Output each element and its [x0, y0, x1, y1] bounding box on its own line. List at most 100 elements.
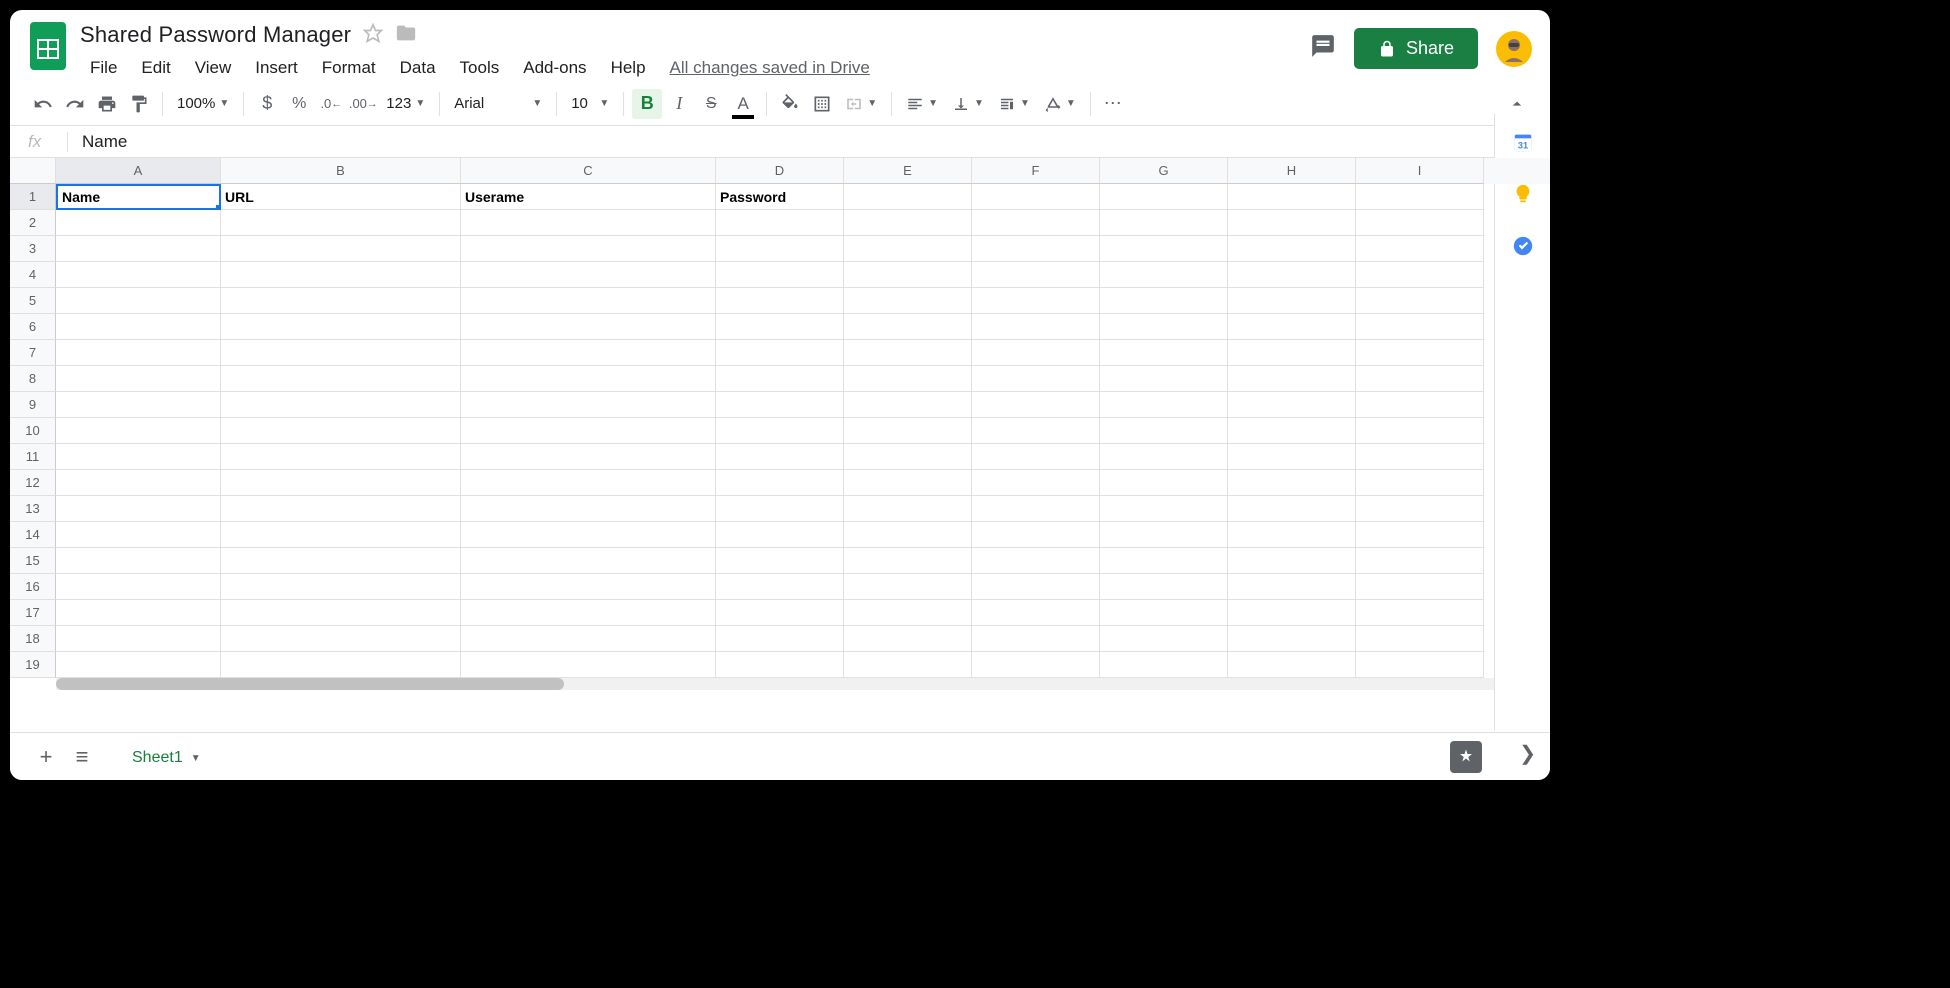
- formula-input[interactable]: [68, 132, 1532, 152]
- cell-D1[interactable]: Password: [716, 184, 844, 210]
- cell-E10[interactable]: [844, 418, 972, 444]
- cell-C19[interactable]: [461, 652, 716, 678]
- cell-I10[interactable]: [1356, 418, 1484, 444]
- cell-A5[interactable]: [56, 288, 221, 314]
- cell-G6[interactable]: [1100, 314, 1228, 340]
- font-size-select[interactable]: 10 ▼: [565, 95, 615, 112]
- cell-H15[interactable]: [1228, 548, 1356, 574]
- cell-A2[interactable]: [56, 210, 221, 236]
- share-button[interactable]: Share: [1354, 28, 1478, 69]
- cell-E4[interactable]: [844, 262, 972, 288]
- cell-B11[interactable]: [221, 444, 461, 470]
- cell-B14[interactable]: [221, 522, 461, 548]
- cell-F16[interactable]: [972, 574, 1100, 600]
- cell-G2[interactable]: [1100, 210, 1228, 236]
- cell-A18[interactable]: [56, 626, 221, 652]
- cell-G19[interactable]: [1100, 652, 1228, 678]
- fx-icon[interactable]: fx: [28, 132, 68, 152]
- cell-H7[interactable]: [1228, 340, 1356, 366]
- cell-G11[interactable]: [1100, 444, 1228, 470]
- cell-D17[interactable]: [716, 600, 844, 626]
- cell-C12[interactable]: [461, 470, 716, 496]
- cell-F17[interactable]: [972, 600, 1100, 626]
- strikethrough-button[interactable]: S: [696, 89, 726, 119]
- cell-D7[interactable]: [716, 340, 844, 366]
- row-header-12[interactable]: 12: [10, 470, 56, 496]
- cell-H2[interactable]: [1228, 210, 1356, 236]
- cell-F6[interactable]: [972, 314, 1100, 340]
- menu-insert[interactable]: Insert: [245, 54, 308, 82]
- row-header-8[interactable]: 8: [10, 366, 56, 392]
- cell-A4[interactable]: [56, 262, 221, 288]
- cell-H9[interactable]: [1228, 392, 1356, 418]
- row-header-3[interactable]: 3: [10, 236, 56, 262]
- menu-addons[interactable]: Add-ons: [513, 54, 596, 82]
- column-header-B[interactable]: B: [221, 158, 461, 184]
- add-sheet-button[interactable]: +: [28, 739, 64, 775]
- cell-I6[interactable]: [1356, 314, 1484, 340]
- row-header-9[interactable]: 9: [10, 392, 56, 418]
- currency-button[interactable]: $: [252, 89, 282, 119]
- comments-icon[interactable]: [1310, 33, 1336, 64]
- cell-E16[interactable]: [844, 574, 972, 600]
- cell-D19[interactable]: [716, 652, 844, 678]
- cell-F15[interactable]: [972, 548, 1100, 574]
- cell-F1[interactable]: [972, 184, 1100, 210]
- cell-B17[interactable]: [221, 600, 461, 626]
- cell-G5[interactable]: [1100, 288, 1228, 314]
- row-header-5[interactable]: 5: [10, 288, 56, 314]
- cell-G4[interactable]: [1100, 262, 1228, 288]
- cell-B3[interactable]: [221, 236, 461, 262]
- cell-D15[interactable]: [716, 548, 844, 574]
- save-status[interactable]: All changes saved in Drive: [660, 54, 880, 82]
- cell-G10[interactable]: [1100, 418, 1228, 444]
- cell-D4[interactable]: [716, 262, 844, 288]
- cell-I4[interactable]: [1356, 262, 1484, 288]
- cell-B4[interactable]: [221, 262, 461, 288]
- horizontal-scrollbar[interactable]: [56, 678, 1550, 690]
- cell-B15[interactable]: [221, 548, 461, 574]
- cell-B9[interactable]: [221, 392, 461, 418]
- cell-F13[interactable]: [972, 496, 1100, 522]
- cell-F11[interactable]: [972, 444, 1100, 470]
- cell-G7[interactable]: [1100, 340, 1228, 366]
- cell-F10[interactable]: [972, 418, 1100, 444]
- cell-E18[interactable]: [844, 626, 972, 652]
- cell-A1[interactable]: Name: [56, 184, 221, 210]
- cell-I13[interactable]: [1356, 496, 1484, 522]
- cell-A9[interactable]: [56, 392, 221, 418]
- cell-I8[interactable]: [1356, 366, 1484, 392]
- column-header-D[interactable]: D: [716, 158, 844, 184]
- cell-D8[interactable]: [716, 366, 844, 392]
- cell-A15[interactable]: [56, 548, 221, 574]
- cell-C16[interactable]: [461, 574, 716, 600]
- row-header-11[interactable]: 11: [10, 444, 56, 470]
- cell-H13[interactable]: [1228, 496, 1356, 522]
- cell-C15[interactable]: [461, 548, 716, 574]
- cell-G17[interactable]: [1100, 600, 1228, 626]
- document-title[interactable]: Shared Password Manager: [80, 22, 351, 48]
- cell-I15[interactable]: [1356, 548, 1484, 574]
- cell-H6[interactable]: [1228, 314, 1356, 340]
- cell-C4[interactable]: [461, 262, 716, 288]
- print-button[interactable]: [92, 89, 122, 119]
- cell-G16[interactable]: [1100, 574, 1228, 600]
- text-color-button[interactable]: A: [728, 89, 758, 119]
- cell-F14[interactable]: [972, 522, 1100, 548]
- cell-G8[interactable]: [1100, 366, 1228, 392]
- percent-button[interactable]: %: [284, 89, 314, 119]
- cell-H1[interactable]: [1228, 184, 1356, 210]
- cell-C1[interactable]: Userame: [461, 184, 716, 210]
- cell-H19[interactable]: [1228, 652, 1356, 678]
- column-header-H[interactable]: H: [1228, 158, 1356, 184]
- fill-color-button[interactable]: [775, 89, 805, 119]
- row-header-18[interactable]: 18: [10, 626, 56, 652]
- cell-F18[interactable]: [972, 626, 1100, 652]
- cell-A19[interactable]: [56, 652, 221, 678]
- cell-D18[interactable]: [716, 626, 844, 652]
- cell-B1[interactable]: URL: [221, 184, 461, 210]
- row-header-2[interactable]: 2: [10, 210, 56, 236]
- cell-G15[interactable]: [1100, 548, 1228, 574]
- cell-C18[interactable]: [461, 626, 716, 652]
- menu-view[interactable]: View: [185, 54, 242, 82]
